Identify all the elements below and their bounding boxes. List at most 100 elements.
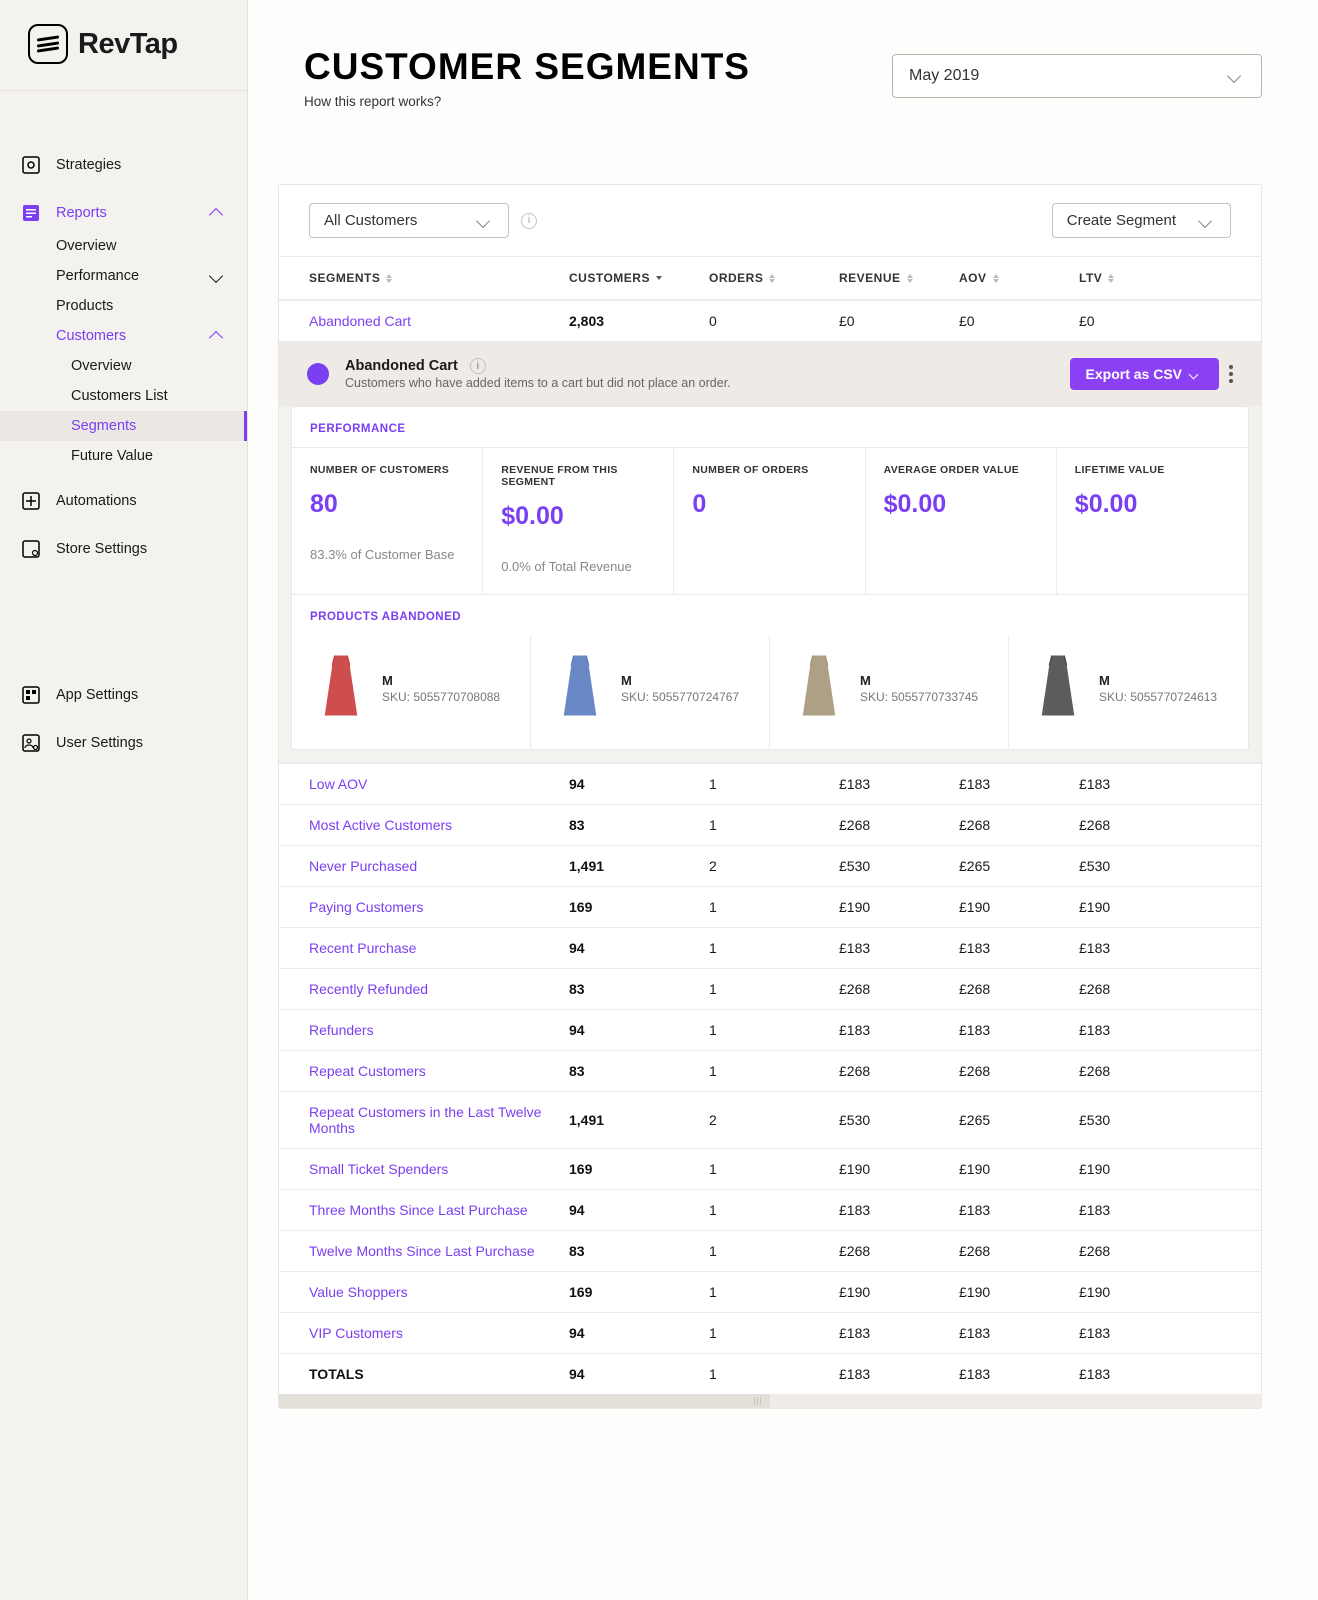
nav-label: Future Value [71, 448, 153, 464]
page-title: CUSTOMER SEGMENTS [304, 46, 750, 88]
info-icon[interactable]: i [521, 213, 537, 229]
table-row[interactable]: VIP Customers941£183£183£183 [279, 1312, 1261, 1353]
th-revenue[interactable]: REVENUE [839, 271, 959, 285]
cell-customers: 1,491 [569, 858, 709, 874]
cell-ltv: £530 [1079, 858, 1231, 874]
more-menu-icon[interactable] [1229, 365, 1233, 383]
cell-orders: 1 [709, 1325, 839, 1341]
nav-reports-customers[interactable]: Customers [0, 321, 247, 351]
cell-orders: 1 [709, 1202, 839, 1218]
cell-customers: 94 [569, 1022, 709, 1038]
cell-customers: 94 [569, 1325, 709, 1341]
nav-reports-performance[interactable]: Performance [0, 261, 247, 291]
product-item[interactable]: MSKU: 5055770708088 [292, 635, 531, 749]
cell-ltv: £183 [1079, 1366, 1231, 1382]
product-image [1031, 653, 1085, 723]
metric-value: $0.00 [884, 490, 1038, 519]
cell-aov: £268 [959, 1243, 1079, 1259]
metric-sub: 83.3% of Customer Base [310, 547, 464, 562]
chevron-down-icon [1227, 69, 1241, 83]
app-settings-icon [20, 684, 42, 706]
cell-aov: £265 [959, 858, 1079, 874]
segment-name: Most Active Customers [309, 817, 569, 833]
table-row[interactable]: Repeat Customers831£268£268£268 [279, 1050, 1261, 1091]
reports-icon [20, 202, 42, 224]
nav-customers-future-value[interactable]: Future Value [0, 441, 247, 471]
table-row[interactable]: Never Purchased1,4912£530£265£530 [279, 845, 1261, 886]
product-item[interactable]: MSKU: 5055770724613 [1009, 635, 1248, 749]
product-item[interactable]: MSKU: 5055770733745 [770, 635, 1009, 749]
cell-customers: 169 [569, 899, 709, 915]
cell-customers: 169 [569, 1161, 709, 1177]
table-row[interactable]: Recent Purchase941£183£183£183 [279, 927, 1261, 968]
subtitle-link[interactable]: How this report works? [304, 94, 750, 109]
nav-app-settings[interactable]: App Settings [0, 677, 247, 713]
table-row[interactable]: Twelve Months Since Last Purchase831£268… [279, 1230, 1261, 1271]
nav-strategies[interactable]: Strategies [0, 147, 247, 183]
cell-customers: 94 [569, 1202, 709, 1218]
cell-revenue: £268 [839, 817, 959, 833]
nav-label: Overview [56, 238, 116, 254]
horizontal-scrollbar[interactable] [279, 1394, 1261, 1408]
export-csv-button[interactable]: Export as CSV [1070, 358, 1219, 390]
sort-icon [386, 274, 392, 283]
table-row[interactable]: Small Ticket Spenders1691£190£190£190 [279, 1148, 1261, 1189]
segment-name: Never Purchased [309, 858, 569, 874]
nav-reports-overview[interactable]: Overview [0, 231, 247, 261]
table-row[interactable]: Low AOV941£183£183£183 [279, 763, 1261, 804]
product-sku: SKU: 5055770708088 [382, 690, 500, 704]
table-row[interactable]: Abandoned Cart 2,803 0 £0 £0 £0 [279, 300, 1261, 341]
th-aov[interactable]: AOV [959, 271, 1079, 285]
nav-label: Store Settings [56, 541, 227, 557]
th-ltv[interactable]: LTV [1079, 271, 1231, 285]
brand-name: RevTap [78, 28, 178, 61]
nav-customers-segments[interactable]: Segments [0, 411, 247, 441]
info-icon[interactable]: i [470, 358, 486, 374]
cell-aov: £190 [959, 1284, 1079, 1300]
table-row[interactable]: Refunders941£183£183£183 [279, 1009, 1261, 1050]
cell-aov: £0 [959, 313, 1079, 329]
th-customers[interactable]: CUSTOMERS [569, 271, 709, 285]
sidebar: RevTap Strategies Reports Overview [0, 0, 248, 1600]
table-row[interactable]: Repeat Customers in the Last Twelve Mont… [279, 1091, 1261, 1148]
nav-reports-products[interactable]: Products [0, 291, 247, 321]
nav-user-settings[interactable]: User Settings [0, 725, 247, 761]
table-row[interactable]: Most Active Customers831£268£268£268 [279, 804, 1261, 845]
nav-customers-list[interactable]: Customers List [0, 381, 247, 411]
filters-row: All Customers i Create Segment [279, 185, 1261, 256]
nav-automations[interactable]: Automations [0, 483, 247, 519]
cell-ltv: £183 [1079, 1022, 1231, 1038]
segments-table: SEGMENTS CUSTOMERS ORDERS REVENUE AOV LT… [279, 256, 1261, 1408]
th-segments[interactable]: SEGMENTS [309, 271, 569, 285]
nav-store-settings[interactable]: Store Settings [0, 531, 247, 567]
chevron-up-icon [209, 208, 223, 222]
table-row[interactable]: Paying Customers1691£190£190£190 [279, 886, 1261, 927]
cell-ltv: £183 [1079, 1325, 1231, 1341]
th-orders[interactable]: ORDERS [709, 271, 839, 285]
cell-aov: £183 [959, 1325, 1079, 1341]
cell-orders: 1 [709, 981, 839, 997]
metric-label: NUMBER OF CUSTOMERS [310, 464, 464, 476]
cell-orders: 1 [709, 1366, 839, 1382]
cell-orders: 0 [709, 313, 839, 329]
nav-label: User Settings [56, 735, 227, 751]
nav-customers-overview[interactable]: Overview [0, 351, 247, 381]
date-range-select[interactable]: May 2019 [892, 54, 1262, 98]
product-image [314, 653, 368, 723]
nav-reports[interactable]: Reports [0, 195, 247, 231]
table-row[interactable]: Three Months Since Last Purchase941£183£… [279, 1189, 1261, 1230]
segment-name: Repeat Customers [309, 1063, 569, 1079]
product-item[interactable]: MSKU: 5055770724767 [531, 635, 770, 749]
product-name: M [860, 673, 978, 688]
segment-name: Twelve Months Since Last Purchase [309, 1243, 569, 1259]
cell-ltv: £268 [1079, 981, 1231, 997]
metric-label: LIFETIME VALUE [1075, 464, 1230, 476]
create-segment-button[interactable]: Create Segment [1052, 203, 1231, 238]
customers-filter-select[interactable]: All Customers [309, 203, 509, 238]
table-row[interactable]: Value Shoppers1691£190£190£190 [279, 1271, 1261, 1312]
table-row[interactable]: Recently Refunded831£268£268£268 [279, 968, 1261, 1009]
scrollbar-thumb[interactable] [279, 1394, 770, 1408]
cell-ltv: £190 [1079, 1161, 1231, 1177]
nav-label: Products [56, 298, 113, 314]
cell-revenue: £530 [839, 858, 959, 874]
